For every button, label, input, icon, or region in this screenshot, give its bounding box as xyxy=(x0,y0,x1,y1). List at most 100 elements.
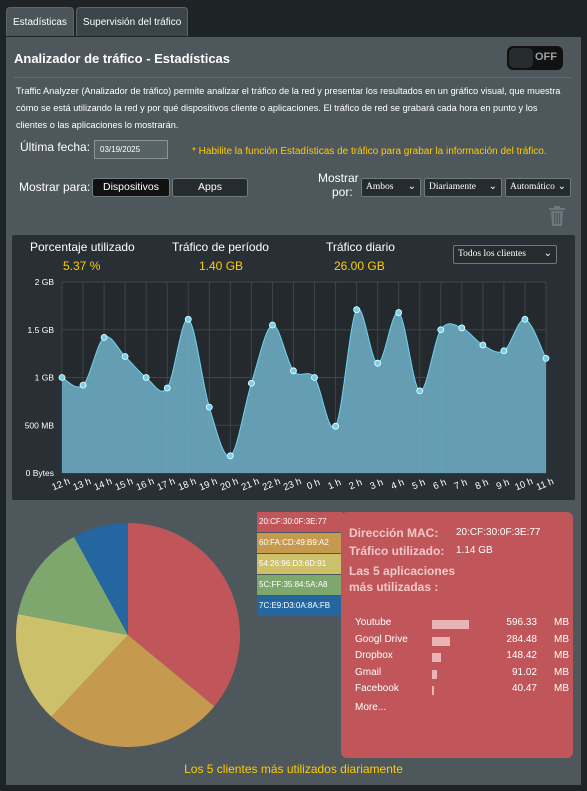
apps-button[interactable]: Apps xyxy=(172,178,248,197)
y-tick-label: 2 GB xyxy=(35,277,55,287)
data-point[interactable] xyxy=(521,315,529,323)
divider xyxy=(14,77,572,78)
data-point[interactable] xyxy=(332,422,339,430)
app-usage-value: 148.42 xyxy=(506,650,537,661)
data-point[interactable] xyxy=(395,309,403,316)
data-point[interactable] xyxy=(247,379,255,387)
app-name: Youtube xyxy=(355,617,392,628)
x-tick-label: 14 h xyxy=(93,476,114,493)
data-point[interactable] xyxy=(269,321,276,329)
top-clients-caption: Los 5 clientes más utilizados diariament… xyxy=(184,762,403,776)
period-select[interactable]: Diariamente ⌄ xyxy=(424,178,502,197)
app-usage-value: 91.02 xyxy=(511,666,537,678)
enable-stats-note: * Habilite la función Estadísticas de tr… xyxy=(192,146,547,157)
data-point[interactable] xyxy=(437,326,445,334)
mac-value: 20:CF:30:0F:3E:77 xyxy=(456,527,541,538)
traffic-used-label: Tráfico utilizado: xyxy=(349,544,445,558)
x-tick-label: 21 h xyxy=(240,476,261,493)
toggle-knob xyxy=(509,48,533,68)
last-date-field[interactable]: 03/19/2025 xyxy=(94,140,168,159)
app-name: Facebook xyxy=(355,683,399,694)
period-select-value: Diariamente xyxy=(429,182,476,192)
x-tick-label: 5 h xyxy=(411,477,427,492)
data-point[interactable] xyxy=(58,374,66,381)
x-tick-label: 6 h xyxy=(432,477,448,492)
data-point[interactable] xyxy=(416,387,424,395)
data-point[interactable] xyxy=(479,341,487,349)
traffic-chart-panel: Porcentaje utilizado 5.37 % Tráfico de p… xyxy=(12,235,575,500)
y-tick-label: 1 GB xyxy=(35,373,55,383)
x-tick-label: 19 h xyxy=(198,476,219,493)
data-point[interactable] xyxy=(142,374,150,381)
x-tick-label: 3 h xyxy=(369,477,385,492)
app-row: Youtube 596.33 MB xyxy=(355,617,569,633)
data-point[interactable] xyxy=(311,374,318,381)
data-point[interactable] xyxy=(374,359,382,367)
app-usage-unit: MB xyxy=(554,617,569,628)
app-usage-bar xyxy=(432,686,435,695)
show-for-label: Mostrar para: xyxy=(19,180,91,194)
x-tick-label: 8 h xyxy=(474,477,490,492)
app-name: Googl Drive xyxy=(355,633,408,645)
x-tick-label: 10 h xyxy=(513,476,534,493)
data-point[interactable] xyxy=(163,384,171,392)
x-tick-label: 13 h xyxy=(71,476,92,493)
app-usage-bar xyxy=(432,636,450,646)
app-name: Dropbox xyxy=(355,650,393,661)
app-usage-value: 596.33 xyxy=(506,617,537,628)
page-title: Analizador de tráfico - Estadísticas xyxy=(14,51,231,66)
client-legend: 20:CF:30:0F:3E:77 60:FA:CD:49:B9:A2 54:26:… xyxy=(257,512,343,617)
trash-icon[interactable] xyxy=(548,206,566,226)
app-usage-unit: MB xyxy=(554,683,569,694)
chevron-down-icon: ⌄ xyxy=(557,181,566,192)
x-tick-label: 18 h xyxy=(177,476,198,493)
data-point[interactable] xyxy=(458,324,466,332)
legend-item[interactable]: 7C:E9:D3:0A:8A:FB xyxy=(257,596,343,616)
app-usage-unit: MB xyxy=(554,633,569,645)
app-row: Facebook 40.47 MB xyxy=(355,683,569,699)
traffic-analyzer-toggle[interactable]: OFF xyxy=(507,46,563,70)
unit-select[interactable]: Automático ⌄ xyxy=(505,178,571,197)
data-point[interactable] xyxy=(290,367,297,375)
show-by-label-line1: Mostrar xyxy=(318,171,359,185)
data-point[interactable] xyxy=(226,452,234,460)
more-link[interactable]: More... xyxy=(355,702,386,713)
data-point[interactable] xyxy=(542,355,550,362)
devices-button[interactable]: Dispositivos xyxy=(92,178,170,197)
x-tick-label: 4 h xyxy=(390,477,406,492)
legend-item[interactable]: 5C:FF:35:84:5A:A8 xyxy=(257,575,343,595)
show-by-label-line2: por: xyxy=(332,185,353,199)
data-point[interactable] xyxy=(353,306,361,314)
toggle-state-label: OFF xyxy=(535,51,557,63)
x-tick-label: 9 h xyxy=(495,477,511,492)
direction-select[interactable]: Ambos ⌄ xyxy=(361,178,421,197)
data-point[interactable] xyxy=(205,403,213,411)
data-point[interactable] xyxy=(184,315,192,323)
legend-item[interactable]: 60:FA:CD:49:B9:A2 xyxy=(257,533,343,553)
y-tick-label: 1.5 GB xyxy=(28,325,55,335)
data-point[interactable] xyxy=(79,381,87,389)
app-row: Googl Drive 284.48 MB xyxy=(355,634,569,650)
x-tick-label: 12 h xyxy=(50,476,71,493)
y-tick-label: 500 MB xyxy=(25,420,55,430)
traffic-used-value: 1.14 GB xyxy=(456,545,493,556)
main-panel: Analizador de tráfico - Estadísticas OFF… xyxy=(6,37,581,785)
tab-traffic-monitor[interactable]: Supervisión del tráfico xyxy=(75,7,189,36)
direction-select-value: Ambos xyxy=(366,182,394,192)
chevron-down-icon: ⌄ xyxy=(488,181,497,192)
top-clients-pie-chart xyxy=(16,523,240,747)
app-usage-bar xyxy=(432,620,470,629)
data-point[interactable] xyxy=(500,347,508,355)
data-point[interactable] xyxy=(100,333,108,341)
legend-item[interactable]: 54:26:96:D3:6D:91 xyxy=(257,554,343,574)
app-row: Gmail 91.02 MB xyxy=(355,667,569,683)
x-tick-label: 1 h xyxy=(326,477,342,492)
x-tick-label: 0 h xyxy=(305,477,321,492)
tab-statistics[interactable]: Estadísticas xyxy=(6,7,74,36)
app-row: Dropbox 148.42 MB xyxy=(355,650,569,666)
data-point[interactable] xyxy=(121,353,129,360)
legend-item[interactable]: 20:CF:30:0F:3E:77 xyxy=(257,512,343,532)
x-tick-label: 15 h xyxy=(114,476,135,493)
app-usage-bar xyxy=(432,669,438,679)
app-usage-value: 40.47 xyxy=(511,683,537,694)
